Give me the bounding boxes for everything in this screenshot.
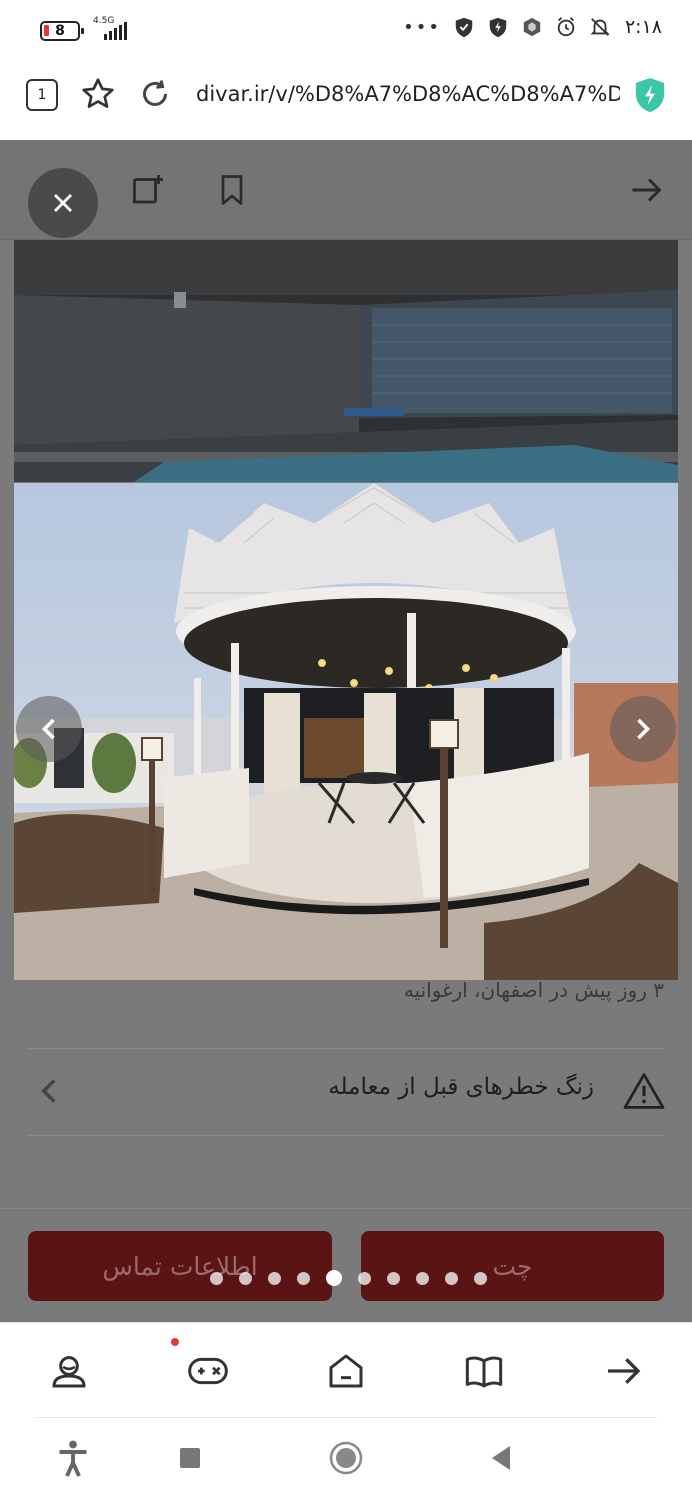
tabs-button[interactable]: 1 [26,79,58,111]
forward-arrow-icon[interactable] [628,172,664,208]
chevron-left-icon [41,718,55,740]
shield-check-icon [455,17,473,38]
chevron-left-icon[interactable] [38,1077,60,1105]
close-icon [54,194,72,212]
gallery-dot[interactable] [297,1271,310,1285]
chevron-right-icon [637,718,651,740]
bookmark-icon[interactable] [214,172,250,208]
browser-toolbar: 1 divar.ir/v/%D8%A7%D8%AC%D8%A7%D [0,62,692,140]
recents-icon[interactable] [178,1438,202,1478]
status-icons: ••• ۲:۱۸ [403,16,662,38]
back-icon[interactable] [488,1438,514,1478]
status-bar: 8 4.5G ••• ۲:۱۸ [0,0,692,62]
reader-icon[interactable] [464,1351,504,1391]
home-icon[interactable] [326,1351,366,1391]
battery-level: 8 [55,23,65,39]
gallery-pagination [210,1270,487,1286]
gallery-image-gazebo [14,483,678,980]
reload-icon[interactable] [137,76,173,112]
screen: 8 4.5G ••• ۲:۱۸ 1 divar.ir/v/%D8%A7%D8%A… [0,0,692,1500]
signal-icon [104,20,127,40]
forward-icon[interactable] [603,1351,643,1391]
gallery-prev-button[interactable] [16,696,82,762]
gallery-dot[interactable] [387,1271,400,1285]
close-button[interactable] [28,168,98,238]
bell-off-icon [590,18,610,36]
overflow-dots: ••• [403,16,441,38]
gallery-image-pool [14,240,678,482]
warning-icon [623,1073,665,1109]
accessibility-icon[interactable] [55,1438,91,1478]
gallery-dot[interactable] [416,1271,429,1285]
games-icon[interactable] [186,1351,230,1391]
profile-icon[interactable] [49,1351,89,1391]
gallery-dot-active[interactable] [326,1270,342,1286]
warning-link[interactable]: زنگ خطرهای قبل از معامله [328,1074,594,1100]
clock: ۲:۱۸ [624,16,662,38]
battery-icon: 8 [40,21,84,41]
gallery-dot[interactable] [358,1271,371,1285]
gallery-dot[interactable] [268,1271,281,1285]
star-icon[interactable] [80,76,116,112]
contact-info-button[interactable]: اطلاعات تماس [28,1231,332,1301]
divider [28,1048,664,1049]
system-nav-bar [0,1418,692,1500]
gallery-dot[interactable] [239,1271,252,1285]
address-bar[interactable]: divar.ir/v/%D8%A7%D8%AC%D8%A7%D [196,82,620,106]
gallery-dot[interactable] [210,1271,223,1285]
listing-meta: ۳ روز پیش در اصفهان، ارغوانیه [403,978,664,1002]
action-bar: اطلاعات تماس چت [0,1208,692,1322]
divider [28,1135,664,1136]
report-icon[interactable] [130,172,166,208]
shield-icon[interactable] [633,76,667,114]
browser-bottom-bar [0,1322,692,1418]
notification-dot [171,1338,179,1346]
listing-header [0,140,692,240]
tab-count: 1 [37,87,47,103]
gallery-next-button[interactable] [610,696,676,762]
chat-button[interactable]: چت [361,1231,664,1301]
gallery-dot[interactable] [445,1271,458,1285]
shield-bolt-icon [489,17,507,38]
alarm-icon [557,17,575,37]
gallery-dot[interactable] [474,1271,487,1285]
home-nav-icon[interactable] [329,1438,363,1478]
hexagon-icon [523,17,541,37]
